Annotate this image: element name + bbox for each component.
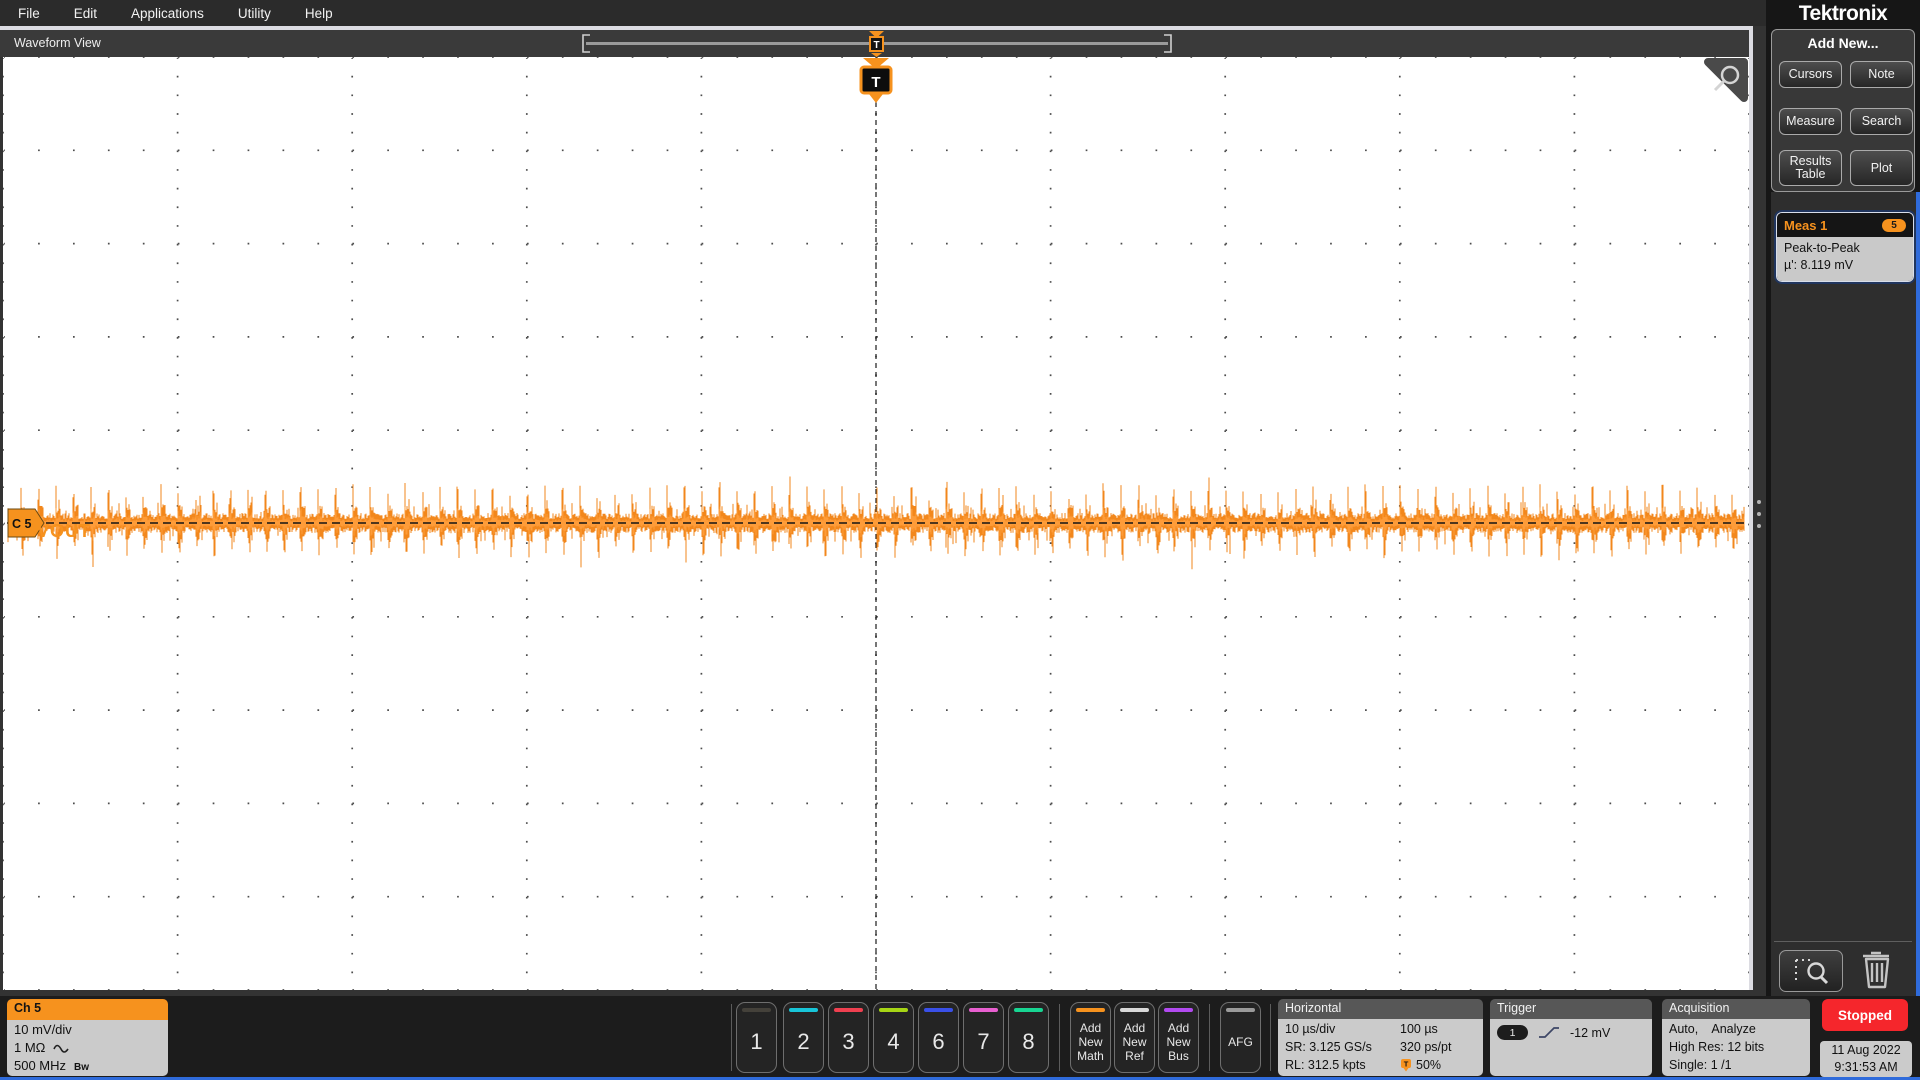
menu-utility[interactable]: Utility [238, 6, 271, 21]
zoom-box-icon [1795, 959, 1829, 985]
sine-icon [53, 1044, 70, 1053]
waveform-plot-area[interactable]: T C 5 VOUT [3, 57, 1749, 990]
svg-text:T: T [873, 40, 879, 51]
add-plot-button[interactable]: Plot [1850, 150, 1913, 186]
acquisition-body: Auto, Analyze High Res: 12 bits Single: … [1662, 1019, 1810, 1076]
tektronix-logo: Tektronix [1798, 2, 1888, 25]
acquisition-resolution: High Res: 12 bits [1669, 1040, 1765, 1054]
channel5-impedance: 1 MΩ [14, 1040, 46, 1055]
meas1-body: Peak-to-Peak µ': 8.119 mV [1777, 237, 1913, 281]
time-text: 9:31:53 AM [1834, 1060, 1898, 1074]
meas1-header: Meas 1 5 [1777, 213, 1913, 237]
record-length: RL: 312.5 kpts [1285, 1058, 1366, 1072]
menu-applications[interactable]: Applications [131, 6, 204, 21]
corner-zoom-icon[interactable] [1704, 58, 1748, 102]
add-new-title: Add New... [1807, 35, 1879, 51]
channel5-badge[interactable]: Ch 5 10 mV/div 1 MΩ 500 MHz Bw [7, 999, 168, 1076]
add-new-math-button[interactable]: Add New Math [1070, 1002, 1111, 1073]
add-search-button[interactable]: Search [1850, 108, 1913, 135]
divider [1270, 1004, 1271, 1071]
oscilloscope-app: File Edit Applications Utility Help Wave… [0, 0, 1920, 1080]
trash-icon[interactable] [1858, 947, 1896, 991]
svg-text:T: T [871, 74, 880, 91]
divider [1209, 1004, 1210, 1071]
channel5-scale: 10 mV/div [14, 1022, 72, 1037]
channel-8-button[interactable]: 8 [1008, 1002, 1049, 1073]
horizontal-scale: 10 µs/div [1285, 1022, 1336, 1036]
afg-button[interactable]: AFG [1220, 1002, 1261, 1073]
channel5-bandwidth: 500 MHz [14, 1058, 67, 1073]
add-results-table-button[interactable]: Results Table [1779, 150, 1842, 186]
horizontal-header: Horizontal [1278, 999, 1483, 1019]
results-bar [1771, 192, 1916, 996]
datetime-badge: 11 Aug 2022 9:31:53 AM [1820, 1041, 1912, 1077]
add-new-ref-button[interactable]: Add New Ref [1114, 1002, 1155, 1073]
trigger-header: Trigger [1490, 999, 1652, 1019]
svg-text:T: T [1404, 1060, 1409, 1069]
channel-6-button[interactable]: 6 [918, 1002, 959, 1073]
channel-2-button[interactable]: 2 [783, 1002, 824, 1073]
run-state-button[interactable]: Stopped [1822, 999, 1908, 1031]
channel-7-button[interactable]: 7 [963, 1002, 1004, 1073]
horizontal-duration: 100 µs [1400, 1022, 1438, 1036]
meas1-value: µ': 8.119 mV [1784, 258, 1854, 272]
channel5-waveform[interactable]: T C 5 [3, 57, 1749, 990]
svg-text:C 5: C 5 [12, 517, 32, 531]
trigger-badge[interactable]: Trigger 1 -12 mV [1490, 999, 1652, 1076]
acquisition-header: Acquisition [1662, 999, 1810, 1019]
add-measure-button[interactable]: Measure [1779, 108, 1842, 135]
channel-1-button[interactable]: 1 [736, 1002, 777, 1073]
meas1-source-badge: 5 [1882, 218, 1906, 232]
divider [731, 1004, 732, 1071]
sample-rate: SR: 3.125 GS/s [1285, 1040, 1372, 1054]
horizontal-body: 10 µs/div 100 µs SR: 3.125 GS/s 320 ps/p… [1278, 1019, 1483, 1076]
channel-4-button[interactable]: 4 [873, 1002, 914, 1073]
add-cursors-button[interactable]: Cursors [1779, 61, 1842, 88]
trigger-marker-flag[interactable]: T [859, 58, 893, 103]
results-bar-separator [1774, 941, 1912, 942]
menu-edit[interactable]: Edit [74, 6, 97, 21]
trigger-level: -12 mV [1570, 1025, 1611, 1040]
rising-edge-icon [1539, 1027, 1559, 1038]
channel5-badge-header: Ch 5 [7, 999, 168, 1020]
trigger-position-icon: T [1401, 1059, 1411, 1072]
minimap-trigger-marker[interactable]: T [869, 31, 884, 57]
acquisition-mode: Auto, Analyze [1669, 1022, 1756, 1036]
bandwidth-limit-icon: Bw [74, 1062, 90, 1073]
waveform-text-label: VOUT [37, 521, 92, 541]
panel-splitter[interactable] [1753, 26, 1766, 996]
sample-resolution: 320 ps/pt [1400, 1040, 1452, 1054]
meas1-measure-name: Peak-to-Peak [1784, 241, 1860, 255]
add-new-bus-button[interactable]: Add New Bus [1158, 1002, 1199, 1073]
trigger-source-badge: 1 [1497, 1025, 1528, 1040]
divider [1059, 1004, 1060, 1071]
menu-file[interactable]: File [18, 6, 40, 21]
add-note-button[interactable]: Note [1850, 61, 1913, 88]
channel-3-button[interactable]: 3 [828, 1002, 869, 1073]
trigger-position-percent: 50% [1416, 1058, 1442, 1072]
sidebar-right-accent [1916, 192, 1920, 1080]
channel5-badge-body: 10 mV/div 1 MΩ 500 MHz Bw [7, 1020, 168, 1076]
meas1-title: Meas 1 [1784, 217, 1828, 233]
acquisition-single: Single: 1 /1 [1669, 1058, 1732, 1072]
horizontal-pan-minimap[interactable]: T [0, 30, 1749, 57]
menu-bar: File Edit Applications Utility Help [0, 0, 1766, 26]
meas1-badge[interactable]: Meas 1 5 Peak-to-Peak µ': 8.119 mV [1776, 212, 1914, 282]
horizontal-badge[interactable]: Horizontal 10 µs/div 100 µs SR: 3.125 GS… [1278, 999, 1483, 1076]
date-text: 11 Aug 2022 [1831, 1043, 1901, 1057]
zoom-box-button[interactable] [1779, 950, 1843, 992]
trigger-body: 1 -12 mV [1490, 1019, 1652, 1076]
acquisition-badge[interactable]: Acquisition Auto, Analyze High Res: 12 b… [1662, 999, 1810, 1076]
menu-help[interactable]: Help [305, 6, 333, 21]
